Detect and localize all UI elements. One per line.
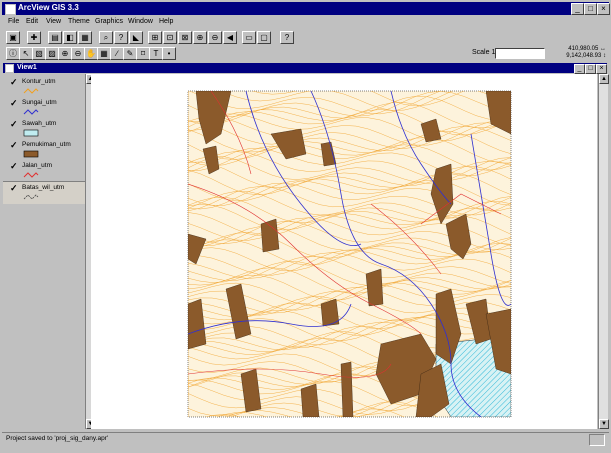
visibility-checkbox[interactable]: ✓ xyxy=(10,98,18,109)
scroll-down-icon[interactable]: ▼ xyxy=(599,419,609,429)
find-icon[interactable]: ⌕ xyxy=(99,31,113,44)
zoom-selected-icon[interactable]: ⊠ xyxy=(178,31,192,44)
query-icon[interactable]: ? xyxy=(114,31,128,44)
theme-sawah[interactable]: ✓ Sawah_utm xyxy=(3,118,85,139)
visibility-checkbox[interactable]: ✓ xyxy=(10,161,18,172)
theme-sungai[interactable]: ✓ Sungai_utm xyxy=(3,97,85,118)
resize-grip-icon[interactable] xyxy=(589,434,605,446)
river-line-symbol-icon xyxy=(23,109,39,115)
arcview-app: ArcView GIS 3.3 _ □ × File Edit View The… xyxy=(0,0,611,453)
view-title-bar: View1 _ □ × xyxy=(3,63,607,74)
view-scrollbar[interactable]: ▲ ▼ xyxy=(598,74,609,429)
view-maximize-button[interactable]: □ xyxy=(585,64,596,74)
menu-help[interactable]: Help xyxy=(159,18,173,25)
x-coordinate: 410,980.05 ↔ xyxy=(568,46,606,52)
scale-input[interactable] xyxy=(495,48,545,59)
visibility-checkbox[interactable]: ✓ xyxy=(10,119,18,130)
line-tool-icon[interactable]: ∕ xyxy=(110,47,124,60)
zoom-out-icon[interactable]: ⊖ xyxy=(208,31,222,44)
table-of-contents: ✓ Kontur_utm ✓ Sungai_utm ✓ Sawah_utm ✓ … xyxy=(3,74,95,429)
menu-view[interactable]: View xyxy=(46,18,61,25)
draw-icon[interactable]: ✎ xyxy=(123,47,137,60)
road-line-symbol-icon xyxy=(23,172,39,178)
rice-field-fill-symbol-icon xyxy=(23,129,39,137)
tool-bar: Scale 1: 410,980.05 ↔ 9,142,048.93 ↕ ⓘ ↖ ▧… xyxy=(2,46,609,60)
visibility-checkbox[interactable]: ✓ xyxy=(10,77,18,88)
status-bar: Project saved to 'proj_sig_dany.apr' xyxy=(2,432,609,446)
scroll-up-icon[interactable]: ▲ xyxy=(599,74,609,84)
theme-name: Sungai_utm xyxy=(22,99,57,106)
view-minimize-button[interactable]: _ xyxy=(574,64,585,74)
locate-icon[interactable]: ◣ xyxy=(129,31,143,44)
vertex-edit-icon[interactable]: ▧ xyxy=(32,47,46,60)
theme-props-icon[interactable]: ▤ xyxy=(48,31,62,44)
view-close-button[interactable]: × xyxy=(596,64,607,74)
minimize-button[interactable]: _ xyxy=(571,3,584,15)
status-text: Project saved to 'proj_sig_dany.apr' xyxy=(6,435,109,442)
window-title: ArcView GIS 3.3 xyxy=(18,3,79,12)
zoom-in-tool-icon[interactable]: ⊕ xyxy=(58,47,72,60)
area-select-icon[interactable]: ▨ xyxy=(45,47,59,60)
theme-batas-wil[interactable]: ✓ Batas_wil_utm xyxy=(3,181,85,204)
title-bar: ArcView GIS 3.3 _ □ × xyxy=(2,2,610,15)
theme-jalan[interactable]: ✓ Jalan_utm xyxy=(3,160,85,181)
view-icon xyxy=(5,64,14,73)
theme-name: Kontur_utm xyxy=(22,78,56,85)
open-table-icon[interactable]: ▦ xyxy=(78,31,92,44)
visibility-checkbox[interactable]: ✓ xyxy=(10,183,18,194)
point-tool-icon[interactable]: • xyxy=(162,47,176,60)
add-theme-icon[interactable]: ✚ xyxy=(27,31,41,44)
maximize-button[interactable]: □ xyxy=(584,3,597,15)
map-display[interactable] xyxy=(91,74,597,429)
y-coordinate: 9,142,048.93 ↕ xyxy=(566,53,606,59)
measure-icon[interactable]: ▦ xyxy=(97,47,111,60)
select-feature-icon[interactable]: ▭ xyxy=(242,31,256,44)
button-bar: ▣ ✚ ▤ ◧ ▦ ⌕? ◣ ⊞ ⊡ ⊠ ⊕ ⊖ ◀ ▭ ▢? xyxy=(2,30,609,44)
theme-pemukiman[interactable]: ✓ Pemukiman_utm xyxy=(3,139,85,160)
clear-select-icon[interactable]: ▢ xyxy=(257,31,271,44)
app-icon xyxy=(5,4,16,15)
settlement-fill-symbol-icon xyxy=(23,150,39,158)
menu-theme[interactable]: Theme xyxy=(68,18,90,25)
text-tool-icon[interactable]: T xyxy=(149,47,163,60)
pointer-icon[interactable]: ↖ xyxy=(19,47,33,60)
scale-label: Scale 1: xyxy=(472,49,498,56)
theme-kontur[interactable]: ✓ Kontur_utm xyxy=(3,76,85,97)
visibility-checkbox[interactable]: ✓ xyxy=(10,140,18,151)
contour-line-symbol-icon xyxy=(23,88,39,94)
menu-bar: File Edit View Theme Graphics Window Hel… xyxy=(2,17,609,28)
view-title: View1 xyxy=(17,64,37,71)
menu-graphics[interactable]: Graphics xyxy=(95,18,123,25)
zoom-full-icon[interactable]: ⊞ xyxy=(148,31,162,44)
label-icon[interactable]: ⌑ xyxy=(136,47,150,60)
identify-icon[interactable]: ⓘ xyxy=(6,47,20,60)
boundary-line-symbol-icon xyxy=(23,194,39,200)
zoom-previous-icon[interactable]: ◀ xyxy=(223,31,237,44)
coordinate-readout: 410,980.05 ↔ 9,142,048.93 ↕ xyxy=(546,46,606,60)
zoom-in-icon[interactable]: ⊕ xyxy=(193,31,207,44)
menu-window[interactable]: Window xyxy=(128,18,153,25)
save-icon[interactable]: ▣ xyxy=(6,31,20,44)
menu-edit[interactable]: Edit xyxy=(26,18,38,25)
close-button[interactable]: × xyxy=(597,3,610,15)
help-icon[interactable]: ? xyxy=(280,31,294,44)
theme-name: Batas_wil_utm xyxy=(22,184,65,191)
pan-icon[interactable]: ✋ xyxy=(84,47,98,60)
theme-name: Jalan_utm xyxy=(22,162,52,169)
menu-file[interactable]: File xyxy=(8,18,19,25)
edit-legend-icon[interactable]: ◧ xyxy=(63,31,77,44)
theme-name: Pemukiman_utm xyxy=(22,141,71,148)
zoom-out-tool-icon[interactable]: ⊖ xyxy=(71,47,85,60)
theme-name: Sawah_utm xyxy=(22,120,57,127)
zoom-active-icon[interactable]: ⊡ xyxy=(163,31,177,44)
map-canvas[interactable] xyxy=(91,74,597,429)
